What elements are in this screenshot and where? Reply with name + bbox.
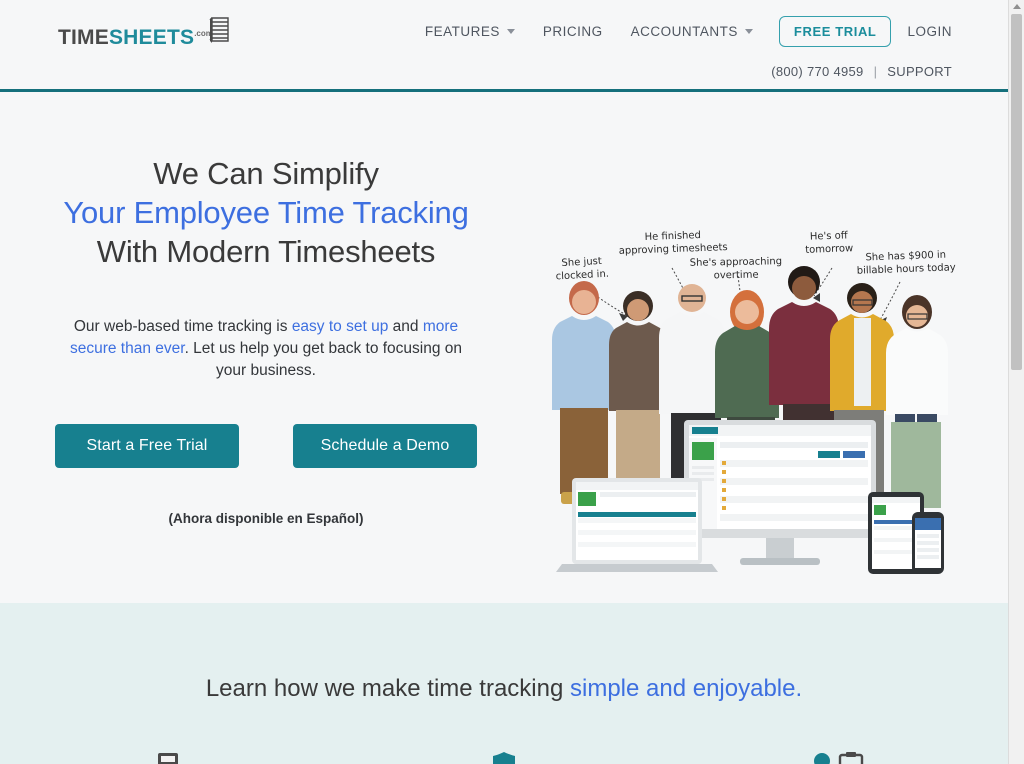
clipboard-icon bbox=[814, 752, 864, 764]
nav-item-accountants-label: ACCOUNTANTS bbox=[630, 23, 738, 39]
section-title-highlight: simple and enjoyable. bbox=[570, 675, 803, 702]
nav-item-accountants[interactable]: ACCOUNTANTS bbox=[617, 24, 767, 39]
scroll-up-arrow-icon[interactable] bbox=[1013, 4, 1021, 9]
callout-approaching-overtime: She's approaching overtime bbox=[689, 256, 783, 282]
logo-time-text: TIME bbox=[58, 26, 109, 49]
feature-icon-row bbox=[0, 751, 1008, 764]
subcopy-part-3: . Let us help you get back to focusing o… bbox=[184, 340, 463, 379]
feature-col-3 bbox=[672, 751, 1008, 764]
headline-line-3: With Modern Timesheets bbox=[96, 234, 436, 269]
main-navigation: FEATURES PRICING ACCOUNTANTS FREE TRIAL … bbox=[411, 15, 952, 47]
phone-number[interactable]: (800) 770 4959 bbox=[771, 64, 863, 79]
feature-col-1 bbox=[0, 751, 336, 764]
nav-item-pricing-label: PRICING bbox=[542, 23, 603, 39]
headline-line-2: Your Employee Time Tracking bbox=[63, 195, 469, 230]
hero-subcopy: Our web-based time tracking is easy to s… bbox=[0, 316, 532, 382]
hero-image-column: She just clocked in. He finished approvi… bbox=[532, 220, 972, 640]
phone-mockup bbox=[912, 512, 944, 574]
laptop-mockup bbox=[556, 478, 718, 572]
learn-more-section: Learn how we make time tracking simple a… bbox=[0, 603, 1008, 764]
section-title: Learn how we make time tracking simple a… bbox=[0, 675, 1008, 703]
site-header: TIMESHEETS.com FEATURES PRICING ACCOUNTA… bbox=[0, 0, 1008, 92]
free-trial-button[interactable]: FREE TRIAL bbox=[778, 15, 892, 47]
callout-clocked-in: She just clocked in. bbox=[555, 255, 610, 283]
nav-item-features[interactable]: FEATURES bbox=[411, 24, 529, 39]
subcopy-highlight-1: easy to set up bbox=[291, 318, 389, 335]
person-2 bbox=[609, 291, 667, 500]
person-1 bbox=[552, 281, 616, 504]
callout-billable-hours: She has $900 in billable hours today bbox=[856, 249, 956, 277]
logo-wordmark: TIMESHEETS.com bbox=[58, 20, 213, 52]
nav-item-pricing[interactable]: PRICING bbox=[529, 24, 617, 39]
site-logo[interactable]: TIMESHEETS.com bbox=[58, 14, 231, 49]
contact-separator: | bbox=[873, 64, 878, 79]
calculator-icon bbox=[158, 753, 178, 764]
nav-item-features-label: FEATURES bbox=[424, 23, 500, 39]
hero-section: We Can Simplify Your Employee Time Track… bbox=[0, 92, 1008, 626]
vertical-scrollbar[interactable] bbox=[1008, 0, 1024, 764]
chevron-down-icon bbox=[506, 28, 515, 34]
scroll-thumb[interactable] bbox=[1011, 14, 1022, 370]
hero-illustration: She just clocked in. He finished approvi… bbox=[532, 220, 972, 605]
desktop-monitor-mockup bbox=[684, 420, 876, 565]
support-link[interactable]: SUPPORT bbox=[887, 64, 952, 79]
headline-line-1: We Can Simplify bbox=[153, 156, 379, 191]
logo-sheets-text: SHEETS bbox=[108, 26, 195, 49]
shield-icon bbox=[493, 752, 515, 764]
spanish-availability-note: (Ahora disponible en Español) bbox=[168, 511, 364, 526]
hero-cta-row: Start a Free Trial Schedule a Demo bbox=[0, 424, 532, 468]
page-title: We Can Simplify Your Employee Time Track… bbox=[0, 154, 532, 271]
subcopy-part-2: and bbox=[388, 318, 423, 335]
schedule-demo-button[interactable]: Schedule a Demo bbox=[293, 424, 477, 468]
page-content: TIMESHEETS.com FEATURES PRICING ACCOUNTA… bbox=[0, 0, 1008, 764]
feature-col-2 bbox=[336, 751, 672, 764]
person-7 bbox=[886, 295, 948, 508]
login-link[interactable]: LOGIN bbox=[901, 24, 952, 39]
chevron-down-icon bbox=[744, 28, 753, 34]
page-root: TIMESHEETS.com FEATURES PRICING ACCOUNTA… bbox=[0, 0, 1024, 764]
section-title-plain: Learn how we make time tracking bbox=[205, 675, 570, 702]
start-free-trial-button[interactable]: Start a Free Trial bbox=[55, 424, 239, 468]
stacked-sheets-icon bbox=[209, 16, 231, 46]
callout-approving-timesheets: He finished approving timesheets bbox=[618, 230, 728, 257]
subcopy-part-1: Our web-based time tracking is bbox=[73, 318, 292, 335]
hero-copy-column: We Can Simplify Your Employee Time Track… bbox=[0, 154, 532, 526]
header-contact-bar: (800) 770 4959 | SUPPORT bbox=[771, 64, 952, 79]
